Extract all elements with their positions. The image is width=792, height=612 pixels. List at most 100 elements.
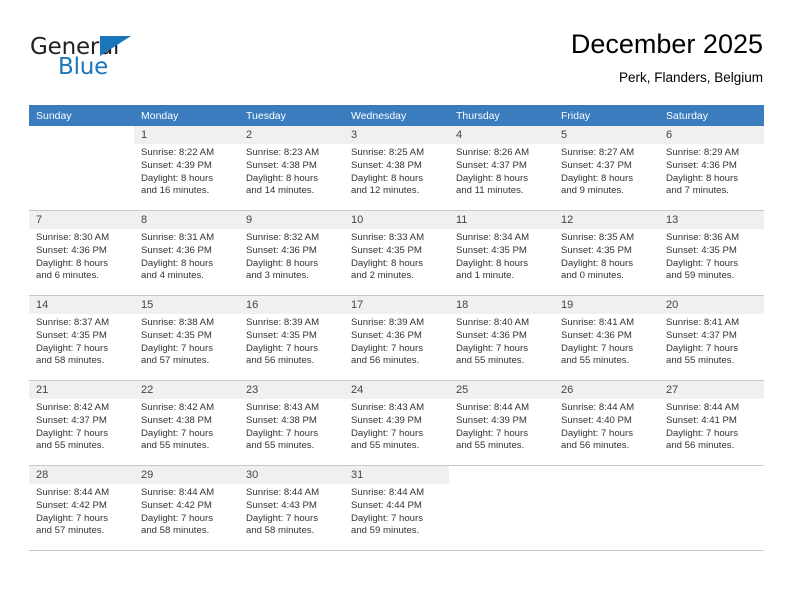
daylight-duration-line2: and 58 minutes.: [141, 525, 210, 537]
sunset-time: Sunset: 4:36 PM: [141, 244, 212, 256]
sunset-time: Sunset: 4:35 PM: [246, 329, 317, 341]
daylight-duration-line2: and 55 minutes.: [666, 355, 735, 367]
calendar-day-cell[interactable]: 30 Sunrise: 8:44 AM Sunset: 4:43 PM Dayligh…: [239, 465, 344, 551]
calendar-week-row: 21 Sunrise: 8:42 AM Sunset: 4:37 PM Dayligh…: [29, 380, 764, 466]
calendar-day-cell[interactable]: 19 Sunrise: 8:41 AM Sunset: 4:36 PM Dayligh…: [554, 295, 659, 381]
sunrise-time: Sunrise: 8:36 AM: [666, 232, 740, 243]
daylight-duration-line1: Daylight: 8 hours: [351, 172, 423, 184]
sunrise-time: Sunrise: 8:38 AM: [141, 317, 215, 328]
daylight-duration-line1: Daylight: 7 hours: [351, 427, 423, 439]
calendar-day-cell[interactable]: 4 Sunrise: 8:26 AM Sunset: 4:37 PM Daylight…: [449, 126, 554, 211]
sunrise-time: Sunrise: 8:42 AM: [141, 402, 215, 413]
calendar-day-cell[interactable]: 25 Sunrise: 8:44 AM Sunset: 4:39 PM Dayligh…: [449, 380, 554, 466]
day-details: [449, 484, 554, 487]
sunrise-time: Sunrise: 8:44 AM: [36, 487, 110, 498]
calendar-day-cell[interactable]: 24 Sunrise: 8:43 AM Sunset: 4:39 PM Dayligh…: [344, 380, 449, 466]
day-number: 21: [29, 381, 134, 399]
day-details: Sunrise: 8:44 AM Sunset: 4:44 PM Daylight:…: [344, 484, 449, 538]
calendar-day-cell[interactable]: 1 Sunrise: 8:22 AM Sunset: 4:39 PM Daylight…: [134, 126, 239, 211]
sunrise-time: Sunrise: 8:39 AM: [351, 317, 425, 328]
sunrise-time: Sunrise: 8:31 AM: [141, 232, 215, 243]
sunset-time: Sunset: 4:39 PM: [141, 159, 212, 171]
day-number: 24: [344, 381, 449, 399]
calendar-day-cell[interactable]: 14 Sunrise: 8:37 AM Sunset: 4:35 PM Dayligh…: [29, 295, 134, 381]
daylight-duration-line1: Daylight: 7 hours: [246, 342, 318, 354]
calendar-day-cell[interactable]: 17 Sunrise: 8:39 AM Sunset: 4:36 PM Dayligh…: [344, 295, 449, 381]
page-subtitle: Perk, Flanders, Belgium: [618, 70, 763, 85]
sunset-time: Sunset: 4:37 PM: [456, 159, 527, 171]
sunset-time: Sunset: 4:39 PM: [456, 414, 527, 426]
day-number: 15: [134, 296, 239, 314]
sunrise-time: Sunrise: 8:41 AM: [561, 317, 635, 328]
day-details: Sunrise: 8:37 AM Sunset: 4:35 PM Daylight:…: [29, 314, 134, 368]
day-details: Sunrise: 8:32 AM Sunset: 4:36 PM Daylight:…: [239, 229, 344, 283]
day-number: [449, 466, 554, 484]
calendar-grid: Sunday Monday Tuesday Wednesday Thursday Frid…: [29, 105, 764, 551]
calendar-day-cell-empty: [554, 465, 659, 551]
calendar-day-cell[interactable]: 20 Sunrise: 8:41 AM Sunset: 4:37 PM Dayligh…: [659, 295, 764, 381]
calendar-day-cell[interactable]: 18 Sunrise: 8:40 AM Sunset: 4:36 PM Dayligh…: [449, 295, 554, 381]
day-number: 19: [554, 296, 659, 314]
day-number: 25: [449, 381, 554, 399]
daylight-duration-line2: and 55 minutes.: [141, 440, 210, 452]
calendar-day-cell[interactable]: 2 Sunrise: 8:23 AM Sunset: 4:38 PM Daylight…: [239, 126, 344, 211]
day-details: Sunrise: 8:22 AM Sunset: 4:39 PM Daylight:…: [134, 144, 239, 198]
sunset-time: Sunset: 4:39 PM: [351, 414, 422, 426]
calendar-day-cell[interactable]: 22 Sunrise: 8:42 AM Sunset: 4:38 PM Dayligh…: [134, 380, 239, 466]
daylight-duration-line1: Daylight: 8 hours: [666, 172, 738, 184]
sunset-time: Sunset: 4:38 PM: [351, 159, 422, 171]
calendar-day-cell[interactable]: 27 Sunrise: 8:44 AM Sunset: 4:41 PM Dayligh…: [659, 380, 764, 466]
daylight-duration-line1: Daylight: 8 hours: [456, 172, 528, 184]
daylight-duration-line1: Daylight: 7 hours: [36, 512, 108, 524]
sunrise-time: Sunrise: 8:32 AM: [246, 232, 320, 243]
calendar-day-cell[interactable]: 28 Sunrise: 8:44 AM Sunset: 4:42 PM Dayligh…: [29, 465, 134, 551]
daylight-duration-line1: Daylight: 7 hours: [456, 427, 528, 439]
calendar-day-cell[interactable]: 13 Sunrise: 8:36 AM Sunset: 4:35 PM Dayligh…: [659, 210, 764, 296]
sunset-time: Sunset: 4:35 PM: [351, 244, 422, 256]
calendar-day-cell[interactable]: 8 Sunrise: 8:31 AM Sunset: 4:36 PM Daylight…: [134, 210, 239, 296]
sunrise-time: Sunrise: 8:30 AM: [36, 232, 110, 243]
day-details: Sunrise: 8:35 AM Sunset: 4:35 PM Daylight:…: [554, 229, 659, 283]
calendar-day-cell[interactable]: 15 Sunrise: 8:38 AM Sunset: 4:35 PM Dayligh…: [134, 295, 239, 381]
daylight-duration-line2: and 12 minutes.: [351, 185, 420, 197]
sunrise-time: Sunrise: 8:44 AM: [666, 402, 740, 413]
calendar-day-cell[interactable]: 23 Sunrise: 8:43 AM Sunset: 4:38 PM Dayligh…: [239, 380, 344, 466]
day-number: 4: [449, 126, 554, 144]
sunset-time: Sunset: 4:36 PM: [351, 329, 422, 341]
calendar-day-cell[interactable]: 16 Sunrise: 8:39 AM Sunset: 4:35 PM Dayligh…: [239, 295, 344, 381]
sunrise-time: Sunrise: 8:44 AM: [246, 487, 320, 498]
calendar-day-cell[interactable]: 11 Sunrise: 8:34 AM Sunset: 4:35 PM Dayligh…: [449, 210, 554, 296]
sunrise-time: Sunrise: 8:29 AM: [666, 147, 740, 158]
day-details: Sunrise: 8:27 AM Sunset: 4:37 PM Daylight:…: [554, 144, 659, 198]
calendar-day-cell[interactable]: 31 Sunrise: 8:44 AM Sunset: 4:44 PM Dayligh…: [344, 465, 449, 551]
page-title: December 2025: [570, 29, 763, 59]
day-details: Sunrise: 8:44 AM Sunset: 4:40 PM Daylight:…: [554, 399, 659, 453]
calendar-day-cell[interactable]: 7 Sunrise: 8:30 AM Sunset: 4:36 PM Daylight…: [29, 210, 134, 296]
calendar-day-cell[interactable]: 29 Sunrise: 8:44 AM Sunset: 4:42 PM Dayligh…: [134, 465, 239, 551]
day-number: 5: [554, 126, 659, 144]
calendar-day-cell-empty: [29, 126, 134, 211]
daylight-duration-line1: Daylight: 7 hours: [141, 512, 213, 524]
calendar-day-cell[interactable]: 26 Sunrise: 8:44 AM Sunset: 4:40 PM Dayligh…: [554, 380, 659, 466]
calendar-day-cell[interactable]: 12 Sunrise: 8:35 AM Sunset: 4:35 PM Dayligh…: [554, 210, 659, 296]
calendar-page: General Blue December 2025 Perk, Flander…: [0, 0, 792, 612]
calendar-day-cell[interactable]: 21 Sunrise: 8:42 AM Sunset: 4:37 PM Dayligh…: [29, 380, 134, 466]
calendar-day-cell[interactable]: 6 Sunrise: 8:29 AM Sunset: 4:36 PM Daylight…: [659, 126, 764, 211]
day-number: 16: [239, 296, 344, 314]
weekday-header-monday: Monday: [134, 105, 239, 126]
calendar-day-cell[interactable]: 9 Sunrise: 8:32 AM Sunset: 4:36 PM Daylight…: [239, 210, 344, 296]
daylight-duration-line1: Daylight: 7 hours: [246, 512, 318, 524]
daylight-duration-line2: and 14 minutes.: [246, 185, 315, 197]
daylight-duration-line2: and 16 minutes.: [141, 185, 210, 197]
daylight-duration-line2: and 56 minutes.: [561, 440, 630, 452]
daylight-duration-line1: Daylight: 7 hours: [351, 342, 423, 354]
calendar-day-cell[interactable]: 3 Sunrise: 8:25 AM Sunset: 4:38 PM Daylight…: [344, 126, 449, 211]
daylight-duration-line1: Daylight: 8 hours: [36, 257, 108, 269]
day-number: 8: [134, 211, 239, 229]
weekday-header-saturday: Saturday: [659, 105, 764, 126]
day-number: 2: [239, 126, 344, 144]
calendar-day-cell[interactable]: 5 Sunrise: 8:27 AM Sunset: 4:37 PM Daylight…: [554, 126, 659, 211]
calendar-day-cell[interactable]: 10 Sunrise: 8:33 AM Sunset: 4:35 PM Dayligh…: [344, 210, 449, 296]
daylight-duration-line2: and 55 minutes.: [561, 355, 630, 367]
day-details: Sunrise: 8:29 AM Sunset: 4:36 PM Daylight:…: [659, 144, 764, 198]
